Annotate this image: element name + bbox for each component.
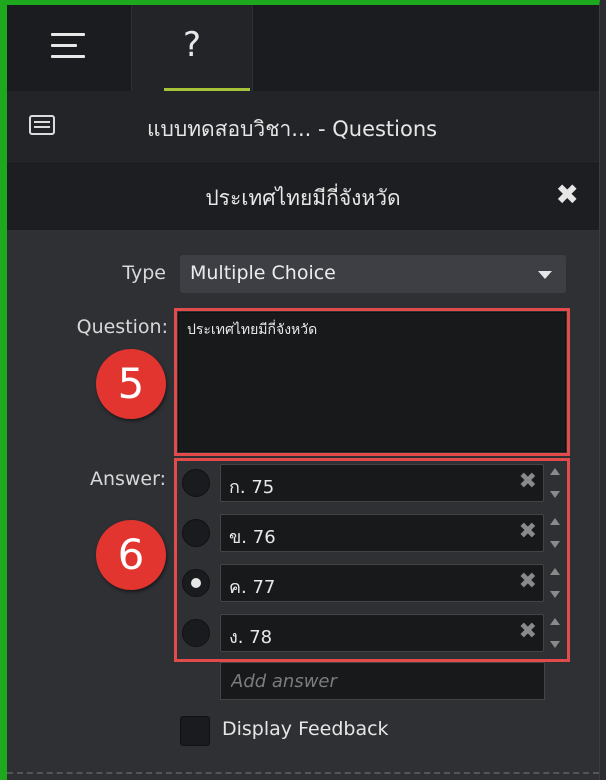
add-answer-field[interactable] [220,662,545,700]
tab-help[interactable]: ? [131,5,253,91]
type-label: Type [122,262,166,284]
hamburger-menu-icon [51,33,85,66]
display-feedback-checkbox[interactable] [180,716,210,746]
question-list-icon[interactable] [29,115,55,135]
question-label: Question: [76,316,168,338]
highlight-box-answers [174,458,570,662]
answer-label: Answer: [89,468,166,490]
help-icon: ? [182,25,202,65]
close-icon[interactable]: ✖ [556,178,579,211]
callout-badge-5: 5 [96,349,166,419]
top-tab-bar: ? [7,5,599,91]
callout-badge-6: 6 [96,520,166,590]
display-feedback-label: Display Feedback [222,718,389,740]
type-select-value: Multiple Choice [190,262,336,284]
question-header-title: ประเทศไทยมีกี่จังหวัด [205,186,401,210]
add-answer-input[interactable] [221,663,544,699]
quiz-title: แบบทดสอบวิชา... - Questions [147,117,438,141]
tab-menu[interactable] [7,5,131,91]
type-select[interactable]: Multiple Choice [180,255,566,293]
chevron-down-icon [538,271,552,279]
highlight-box-question [174,308,570,456]
divider [7,772,599,774]
question-header: ประเทศไทยมีกี่จังหวัด ✖ [7,164,599,230]
quiz-title-bar: แบบทดสอบวิชา... - Questions [7,91,599,164]
